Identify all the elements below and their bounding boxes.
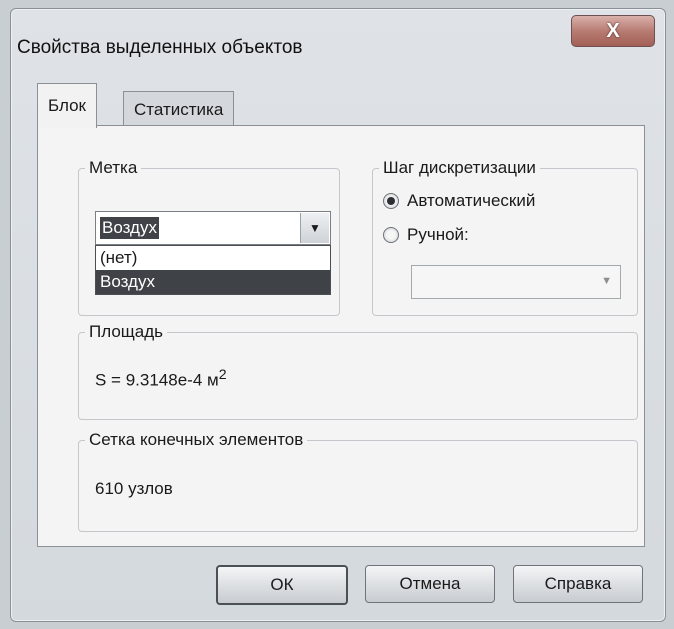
radio-automatic-label: Автоматический — [407, 191, 536, 210]
tab-statistics-label: Статистика — [134, 100, 224, 119]
area-value: S = 9.3148e-4 м2 — [95, 367, 227, 390]
mesh-value: 610 узлов — [95, 479, 173, 498]
area-group-label: Площадь — [85, 322, 168, 342]
radio-manual-icon[interactable] — [383, 227, 399, 243]
title-bar[interactable]: Свойства выделенных объектов X — [11, 9, 665, 71]
dropdown-option-none[interactable]: (нет) — [96, 246, 330, 270]
mesh-group-label: Сетка конечных элементов — [85, 430, 308, 450]
mesh-group: Сетка конечных элементов 610 узлов — [78, 430, 638, 532]
metka-group-label: Метка — [85, 158, 142, 178]
tab-statistics[interactable]: Статистика — [123, 91, 235, 128]
shag-group-label: Шаг дискретизации — [379, 158, 540, 178]
metka-dropdown-list[interactable]: (нет) Воздух — [95, 245, 331, 295]
metka-group: Метка Воздух ▼ (нет) Воздух — [78, 158, 340, 316]
shag-group: Шаг дискретизации Автоматический Ручной:… — [372, 158, 638, 316]
tab-panel: Метка Воздух ▼ (нет) Воздух Шаг дискрети… — [37, 125, 645, 547]
radio-manual-label: Ручной: — [407, 225, 469, 244]
radio-manual[interactable]: Ручной: — [383, 225, 469, 245]
tab-block[interactable]: Блок — [37, 83, 97, 128]
chevron-down-icon[interactable]: ▼ — [601, 275, 612, 287]
dropdown-option-air[interactable]: Воздух — [96, 270, 330, 294]
help-button[interactable]: Справка — [513, 565, 643, 603]
window-title: Свойства выделенных объектов — [17, 37, 303, 58]
tab-block-label: Блок — [48, 96, 86, 115]
radio-automatic[interactable]: Автоматический — [383, 191, 535, 211]
cancel-button[interactable]: Отмена — [365, 565, 495, 603]
close-button[interactable]: X — [571, 15, 655, 47]
ok-button[interactable]: ОК — [216, 565, 348, 605]
dialog-window: Свойства выделенных объектов X Блок Стат… — [10, 8, 666, 622]
close-icon: X — [606, 19, 620, 42]
metka-selected-value: Воздух — [100, 217, 159, 239]
radio-automatic-icon[interactable] — [383, 193, 399, 209]
metka-combobox[interactable]: Воздух ▼ — [95, 211, 331, 245]
manual-step-combobox[interactable]: ▼ — [411, 265, 621, 299]
chevron-down-icon[interactable]: ▼ — [300, 213, 329, 243]
area-group: Площадь S = 9.3148e-4 м2 — [78, 322, 638, 420]
